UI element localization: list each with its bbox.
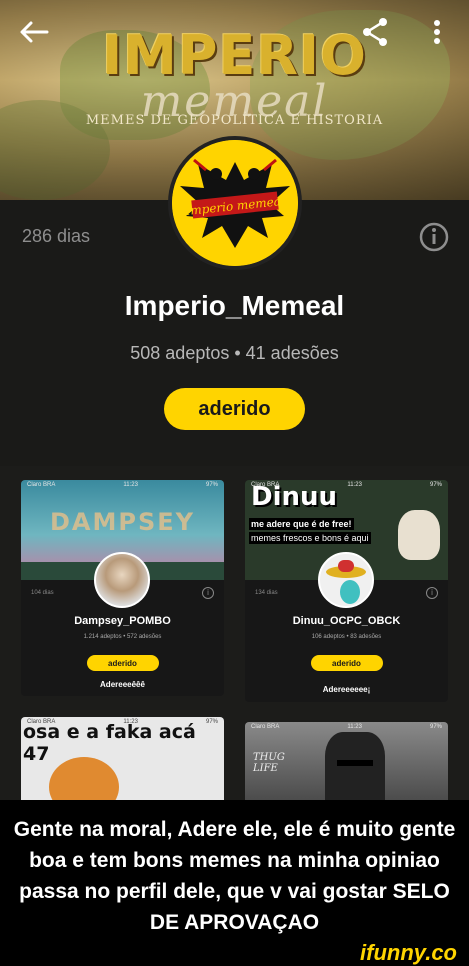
profile-username: Imperio_Memeal bbox=[124, 290, 345, 321]
share-icon bbox=[363, 18, 387, 46]
card-stats: 106 adeptos • 83 adesões bbox=[311, 634, 382, 640]
card-avatar bbox=[94, 552, 150, 608]
info-icon: i bbox=[426, 587, 438, 599]
more-options-button[interactable] bbox=[417, 12, 457, 52]
app-screen: IMPERIO memeal MEMES DE GEOPOLÍTICA E HI… bbox=[0, 0, 469, 966]
profile-card-dampsey[interactable]: DAMPSEY Claro BRA 11:23 97% 104 dias i D… bbox=[21, 480, 224, 696]
banner-tagline: MEMES DE GEOPOLÍTICA E HISTORIA bbox=[85, 113, 384, 128]
card-joined-button[interactable]: aderido bbox=[86, 655, 159, 671]
card-username: Dampsey_POMBO bbox=[74, 615, 171, 627]
card-status-bar: Claro BRA 11:23 97% bbox=[21, 717, 224, 727]
time-text: 11:23 bbox=[347, 724, 362, 730]
info-button[interactable] bbox=[418, 221, 450, 253]
card-status-bar: Claro BRA 11:23 97% bbox=[21, 480, 224, 490]
card-caption: Adereeeêêê bbox=[100, 680, 145, 689]
card-banner: osa e a faka acá 47 bbox=[21, 717, 224, 807]
card-days: 104 dias bbox=[31, 590, 54, 596]
profile-stats: 508 adeptos • 41 adesões bbox=[130, 343, 339, 363]
card-banner-line1: me adere que é de free! bbox=[249, 518, 354, 530]
card-status-bar: Claro BRA 11:23 97% bbox=[245, 722, 448, 732]
meme-face-icon bbox=[398, 510, 440, 560]
time-text: 11:23 bbox=[123, 719, 138, 725]
card-joined-button[interactable]: aderido bbox=[310, 655, 383, 671]
back-button[interactable] bbox=[14, 12, 54, 52]
card-banner-text: THUG LIFE bbox=[253, 752, 285, 774]
info-icon bbox=[419, 222, 449, 252]
double-eagle-emblem-icon: Imperio memeal bbox=[172, 140, 298, 266]
battery-text: 97% bbox=[205, 719, 218, 725]
time-text: 11:23 bbox=[123, 482, 138, 488]
profile-card-4[interactable]: THUG LIFE Claro BRA 11:23 97% bbox=[245, 722, 448, 812]
carrier-text: Claro BRA bbox=[27, 482, 56, 488]
profile-card-3[interactable]: osa e a faka acá 47 Claro BRA 11:23 97% bbox=[21, 717, 224, 807]
footer-bar: ifunny.co bbox=[0, 940, 469, 966]
info-icon: i bbox=[202, 587, 214, 599]
carrier-text: Claro BRA bbox=[251, 724, 280, 730]
joined-button[interactable]: aderido bbox=[164, 388, 305, 430]
sunglasses-icon bbox=[337, 760, 373, 766]
more-vertical-icon bbox=[434, 20, 440, 44]
profile-avatar[interactable]: Imperio memeal bbox=[168, 136, 302, 270]
time-text: 11:23 bbox=[347, 482, 362, 488]
card-caption: Adereeeeee¡ bbox=[322, 685, 371, 694]
card-banner: THUG LIFE bbox=[245, 722, 448, 812]
card-avatar bbox=[318, 552, 374, 608]
card-banner-text: osa e a faka acá 47 bbox=[23, 721, 196, 765]
profile-card-dinuu[interactable]: Dinuu me adere que é de free! memes fres… bbox=[245, 480, 448, 702]
carrier-text: Claro BRA bbox=[251, 482, 280, 488]
battery-text: 97% bbox=[429, 724, 442, 730]
ifunny-watermark: ifunny.co bbox=[360, 940, 457, 965]
battery-text: 97% bbox=[205, 482, 218, 488]
sombrero-dino-icon bbox=[326, 560, 366, 604]
card-stats: 1.214 adeptos • 572 adesões bbox=[83, 634, 162, 640]
card-username: Dinuu_OCPC_OBCK bbox=[292, 615, 401, 627]
battery-text: 97% bbox=[429, 482, 442, 488]
share-button[interactable] bbox=[355, 12, 395, 52]
carrier-text: Claro BRA bbox=[27, 719, 56, 725]
card-banner-text: DAMPSEY bbox=[49, 508, 196, 536]
card-banner-line2: memes frescos e bons é aqui bbox=[249, 532, 371, 544]
arrow-left-icon bbox=[20, 21, 49, 43]
card-status-bar: Claro BRA 11:23 97% bbox=[245, 480, 448, 490]
meme-caption: Gente na moral, Adere ele, ele é muito g… bbox=[0, 800, 469, 946]
card-days: 134 dias bbox=[255, 590, 278, 596]
profile-days: 286 dias bbox=[22, 226, 91, 246]
